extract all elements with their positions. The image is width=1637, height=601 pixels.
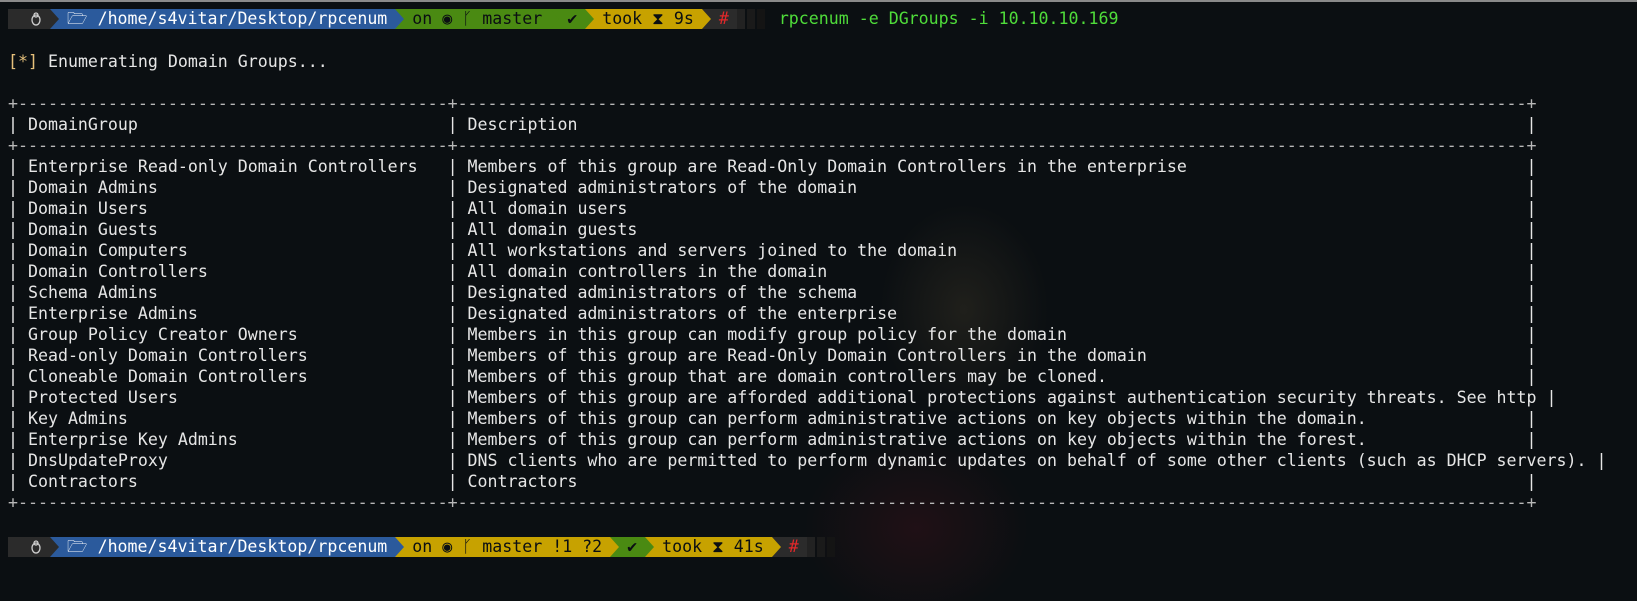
table-header-row: | DomainGroup | Description | [8, 115, 1537, 134]
git-status-counts: !1 ?2 [552, 537, 603, 556]
duration-segment: took ⧗ 41s [654, 537, 772, 557]
status-ok-icon: ✔ [619, 537, 646, 557]
table-row: | Enterprise Read-only Domain Controller… [8, 157, 1537, 176]
git-segment: on ◉ ᚴ master [404, 9, 551, 29]
table-row: | Enterprise Admins | Designated adminis… [8, 304, 1537, 323]
git-segment: on ◉ ᚴ master !1 ?2 [404, 537, 611, 557]
git-branch-name: master [482, 537, 543, 556]
table-border-top: +---------------------------------------… [8, 94, 1537, 113]
root-hash-indicator: # [710, 9, 737, 29]
table-row: | Group Policy Creator Owners | Members … [8, 325, 1537, 344]
root-hash-indicator: # [780, 537, 807, 557]
table-border-bottom: +---------------------------------------… [8, 493, 1537, 512]
table-row: | Cloneable Domain Controllers | Members… [8, 367, 1537, 386]
git-branch-icon: ᚴ [462, 9, 473, 28]
github-octocat-icon: ◉ [442, 537, 453, 556]
linux-tux-icon [8, 537, 50, 557]
path-segment: 🗁 /home/s4vitar/Desktop/rpcenum [59, 537, 396, 557]
table-row: | Read-only Domain Controllers | Members… [8, 346, 1537, 365]
prompt-line-1: 🗁 /home/s4vitar/Desktop/rpcenum on ◉ ᚴ m… [8, 8, 1118, 30]
table-row: | Key Admins | Members of this group can… [8, 409, 1537, 428]
folder-icon: 🗁 [67, 537, 98, 556]
table-row: | Domain Guests | All domain guests | [8, 220, 1537, 239]
table-row: | Domain Admins | Designated administrat… [8, 178, 1537, 197]
path-segment: 🗁 /home/s4vitar/Desktop/rpcenum [59, 9, 396, 29]
hourglass-icon: ⧗ [652, 9, 664, 28]
table-row: | Schema Admins | Designated administrat… [8, 283, 1537, 302]
table-row: | Domain Computers | All workstations an… [8, 241, 1537, 260]
table-border-mid: +---------------------------------------… [8, 136, 1537, 155]
git-branch-icon: ᚴ [462, 537, 473, 556]
git-branch-name: master [482, 9, 543, 28]
hourglass-icon: ⧗ [712, 537, 724, 556]
table-row: | DnsUpdateProxy | DNS clients who are p… [8, 451, 1607, 470]
status-ok-icon: ✔ [559, 9, 586, 29]
table-row: | Domain Controllers | All domain contro… [8, 262, 1537, 281]
github-octocat-icon: ◉ [442, 9, 453, 28]
window-top-border [0, 0, 1637, 2]
table-row: | Contractors | Contractors | [8, 472, 1537, 491]
status-message: [*] Enumerating Domain Groups... [8, 52, 328, 71]
table-row: | Protected Users | Members of this grou… [8, 388, 1557, 407]
table-row: | Domain Users | All domain users | [8, 199, 1537, 218]
linux-tux-icon [8, 9, 50, 29]
table-row: | Enterprise Key Admins | Members of thi… [8, 430, 1537, 449]
prompt-line-2: 🗁 /home/s4vitar/Desktop/rpcenum on ◉ ᚴ m… [8, 536, 837, 558]
command-text: rpcenum -e DGroups -i 10.10.10.169 [778, 9, 1119, 28]
duration-segment: took ⧗ 9s [594, 9, 702, 29]
folder-icon: 🗁 [67, 9, 98, 28]
